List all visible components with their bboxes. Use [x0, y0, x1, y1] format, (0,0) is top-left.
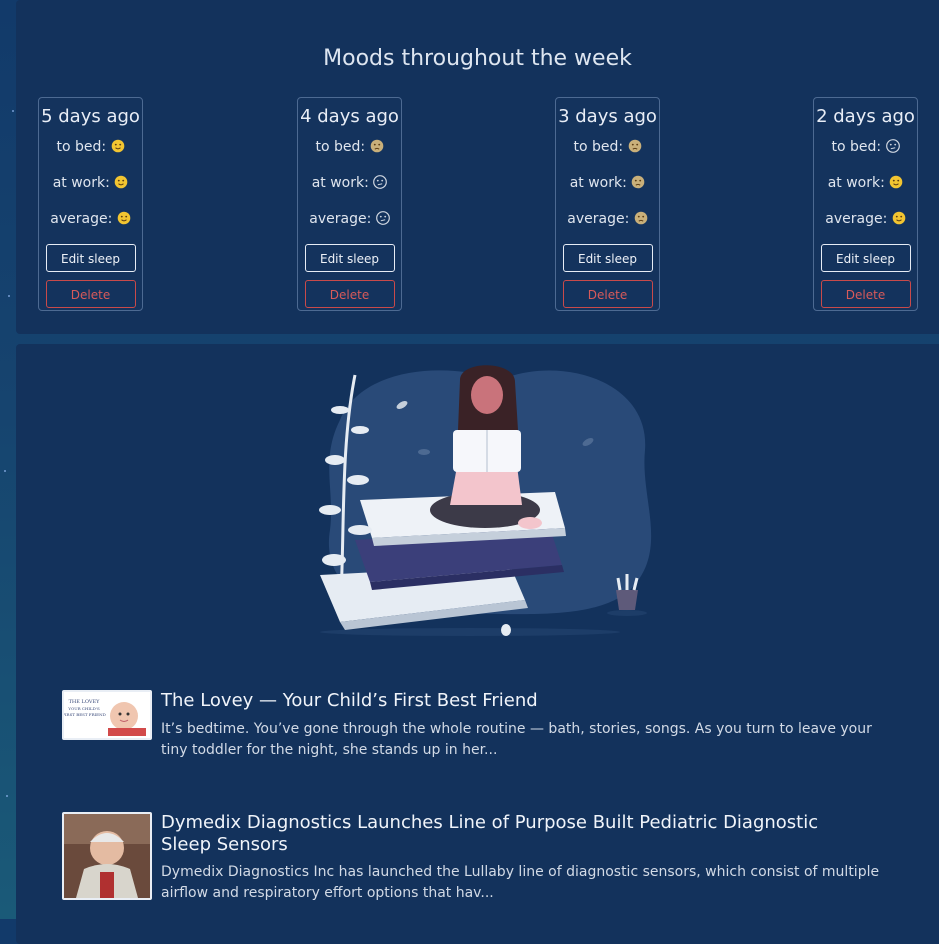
article-excerpt: It’s bedtime. You’ve gone through the wh…: [161, 721, 872, 758]
day-card: 4 days ago to bed: at work: average: Edi…: [297, 97, 402, 311]
delete-button[interactable]: Delete: [304, 280, 395, 308]
happy-face-icon: [117, 211, 131, 225]
day-card: 2 days ago to bed: at work: average: Edi…: [813, 97, 918, 311]
delete-button[interactable]: Delete: [820, 280, 911, 308]
svg-text:FIRST BEST FRIEND: FIRST BEST FRIEND: [64, 712, 106, 717]
article-title[interactable]: Dymedix Diagnostics Launches Line of Pur…: [161, 812, 851, 856]
svg-text:YOUR CHILD'S: YOUR CHILD'S: [67, 706, 100, 711]
portrait-thumbnail-icon: [64, 814, 150, 898]
article-excerpt: Dymedix Diagnostics Inc has launched the…: [161, 864, 880, 901]
sad-face-icon: [628, 139, 642, 153]
mood-average: average:: [298, 210, 401, 228]
day-label: 5 days ago: [41, 106, 140, 127]
mood-at-work: at work:: [556, 174, 659, 192]
reading-girl-illustration: [319, 365, 652, 636]
sad-face-icon: [631, 175, 645, 189]
mood-to-bed: to bed:: [814, 138, 917, 156]
sad-face-icon: [370, 139, 384, 153]
article-item[interactable]: THE LOVEY YOUR CHILD'S FIRST BEST FRIEND…: [62, 690, 902, 770]
happy-face-icon: [114, 175, 128, 189]
mood-to-bed: to bed:: [556, 138, 659, 156]
happy-face-icon: [889, 175, 903, 189]
article-thumbnail[interactable]: [62, 812, 152, 900]
mood-average: average:: [39, 210, 142, 228]
delete-button[interactable]: Delete: [562, 280, 653, 308]
day-label: 3 days ago: [558, 106, 657, 127]
day-card: 5 days ago to bed: at work: average: Edi…: [38, 97, 143, 311]
edit-sleep-button[interactable]: Edit sleep: [820, 244, 911, 272]
day-card: 3 days ago to bed: at work: average: Edi…: [555, 97, 660, 311]
edit-sleep-button[interactable]: Edit sleep: [304, 244, 395, 272]
svg-text:THE LOVEY: THE LOVEY: [69, 699, 101, 705]
mood-to-bed: to bed:: [39, 138, 142, 156]
moods-title: Moods throughout the week: [323, 46, 632, 71]
mood-at-work: at work:: [39, 174, 142, 192]
mood-at-work: at work:: [298, 174, 401, 192]
sad-face-icon: [634, 211, 648, 225]
mood-average: average:: [814, 210, 917, 228]
article-item[interactable]: Dymedix Diagnostics Launches Line of Pur…: [62, 812, 902, 912]
mood-to-bed: to bed:: [298, 138, 401, 156]
confused-face-icon: [375, 211, 390, 225]
article-thumbnail[interactable]: THE LOVEY YOUR CHILD'S FIRST BEST FRIEND: [62, 690, 152, 740]
lovey-baby-thumbnail-icon: THE LOVEY YOUR CHILD'S FIRST BEST FRIEND: [64, 692, 150, 738]
happy-face-icon: [892, 211, 906, 225]
happy-face-icon: [111, 139, 125, 153]
delete-button[interactable]: Delete: [45, 280, 136, 308]
article-title[interactable]: The Lovey — Your Child’s First Best Frie…: [161, 690, 851, 712]
moods-panel: Moods throughout the week 5 days ago to …: [16, 0, 939, 334]
confused-face-icon: [885, 139, 900, 153]
mood-average: average:: [556, 210, 659, 228]
edit-sleep-button[interactable]: Edit sleep: [45, 244, 136, 272]
edit-sleep-button[interactable]: Edit sleep: [562, 244, 653, 272]
day-label: 4 days ago: [300, 106, 399, 127]
day-label: 2 days ago: [816, 106, 915, 127]
mood-at-work: at work:: [814, 174, 917, 192]
confused-face-icon: [373, 175, 388, 189]
